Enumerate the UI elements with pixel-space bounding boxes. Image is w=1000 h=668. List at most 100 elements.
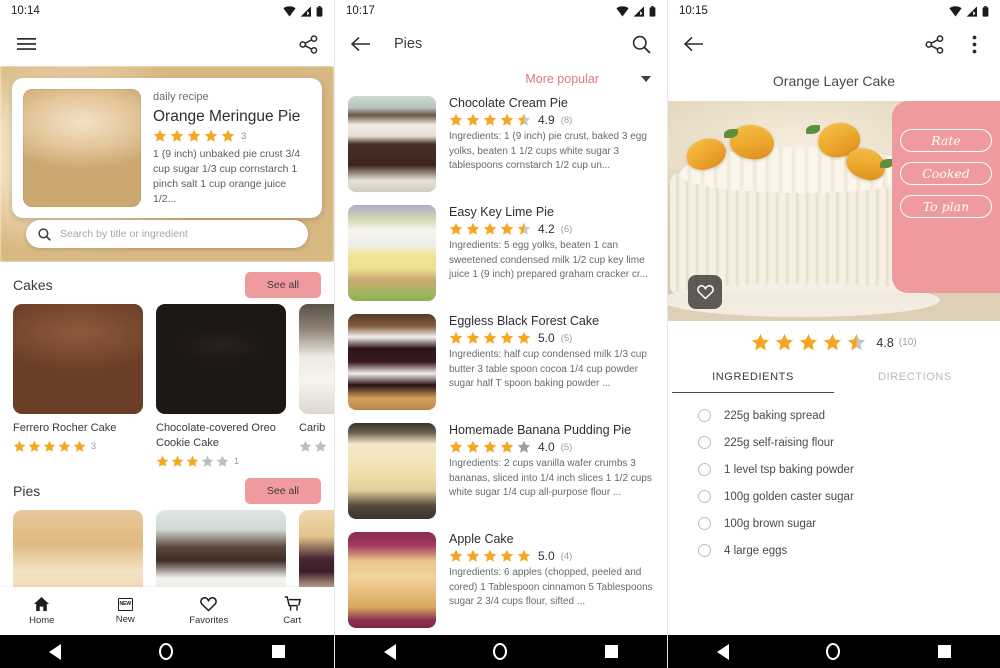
system-back-icon[interactable] bbox=[383, 643, 396, 660]
status-bar-2: 10:17 bbox=[335, 0, 667, 22]
cake-name: Carib bbox=[299, 422, 326, 434]
cake-card-1[interactable]: Chocolate-covered Oreo Cookie Cake 1 bbox=[156, 304, 286, 468]
ingredient-row[interactable]: 225g self-raising flour bbox=[668, 429, 1000, 456]
system-recents-icon[interactable] bbox=[605, 645, 619, 658]
system-recents-icon[interactable] bbox=[271, 645, 285, 658]
recipe-list-item[interactable]: Chocolate Cream Pie 4.9 (8) Ingredients:… bbox=[335, 96, 667, 205]
star-icon bbox=[483, 440, 497, 453]
system-home-icon[interactable] bbox=[159, 643, 174, 660]
nav-item-favorites[interactable]: Favorites bbox=[167, 596, 251, 626]
star-icon bbox=[221, 129, 235, 142]
sort-label[interactable]: More popular bbox=[525, 72, 599, 86]
ingredient-checkbox[interactable] bbox=[698, 544, 711, 557]
recipe-detail-title: Orange Layer Cake bbox=[772, 73, 896, 89]
recipe-score: 5.0 bbox=[538, 549, 555, 563]
ingredient-row[interactable]: 4 large eggs bbox=[668, 537, 1000, 564]
star-half-icon bbox=[848, 333, 866, 351]
search-icon[interactable] bbox=[628, 31, 654, 57]
recipe-body: Easy Key Lime Pie 4.2 (6) Ingredients: 5… bbox=[449, 205, 654, 301]
ingredient-text: 4 large eggs bbox=[724, 544, 788, 557]
star-icon bbox=[824, 333, 842, 351]
recipe-score: 4.0 bbox=[538, 440, 555, 454]
cake-card-0[interactable]: Ferrero Rocher Cake 3 bbox=[13, 304, 143, 468]
recipe-list-item[interactable]: Homemade Banana Pudding Pie 4.0 (5) Ingr… bbox=[335, 423, 667, 532]
nav-item-cart[interactable]: Cart bbox=[251, 596, 335, 626]
cooked-button[interactable]: Cooked bbox=[900, 162, 992, 185]
hamburger-menu-icon[interactable] bbox=[13, 31, 39, 57]
share-icon[interactable] bbox=[295, 31, 321, 57]
recipe-title: Chocolate Cream Pie bbox=[449, 96, 568, 110]
ingredient-checkbox[interactable] bbox=[698, 409, 711, 422]
recipe-list-item[interactable]: Easy Key Lime Pie 4.2 (6) Ingredients: 5… bbox=[335, 205, 667, 314]
search-input[interactable] bbox=[60, 228, 296, 240]
daily-recipe-rating-count: 3 bbox=[241, 130, 247, 142]
recipe-description: Ingredients: 2 cups vanilla wafer crumbs… bbox=[449, 458, 652, 498]
recipe-description: Ingredients: half cup condensed milk 1/3… bbox=[449, 349, 647, 389]
search-bar[interactable] bbox=[26, 220, 308, 248]
recipe-body: Apple Cake 5.0 (4) Ingredients: 6 apples… bbox=[449, 532, 654, 628]
star-icon bbox=[517, 331, 531, 344]
star-icon bbox=[466, 222, 480, 235]
recipe-rating: 5.0 (5) bbox=[449, 331, 654, 345]
ingredient-row[interactable]: 1 level tsp baking powder bbox=[668, 456, 1000, 483]
recipe-list-item[interactable]: Eggless Black Forest Cake 5.0 (5) Ingred… bbox=[335, 314, 667, 423]
ingredient-row[interactable]: 100g brown sugar bbox=[668, 510, 1000, 537]
cart-icon bbox=[284, 596, 301, 611]
star-icon bbox=[500, 549, 514, 562]
new-badge-icon: NEW bbox=[117, 597, 133, 611]
recipe-list-item[interactable]: Apple Cake 5.0 (4) Ingredients: 6 apples… bbox=[335, 532, 667, 641]
star-icon bbox=[314, 440, 327, 452]
star-icon bbox=[517, 549, 531, 562]
cake-card-2[interactable]: Carib bbox=[299, 304, 334, 468]
ingredient-row[interactable]: 100g golden caster sugar bbox=[668, 483, 1000, 510]
system-back-icon[interactable] bbox=[716, 643, 729, 660]
see-all-cakes-button[interactable]: See all bbox=[244, 272, 321, 298]
back-arrow-icon[interactable] bbox=[681, 31, 707, 57]
star-icon bbox=[466, 440, 480, 453]
star-icon bbox=[466, 549, 480, 562]
ingredient-checkbox[interactable] bbox=[698, 436, 711, 449]
cake-name: Ferrero Rocher Cake bbox=[13, 422, 117, 434]
ingredient-checkbox[interactable] bbox=[698, 490, 711, 503]
tab-directions[interactable]: DIRECTIONS bbox=[834, 362, 996, 393]
star-icon bbox=[776, 333, 794, 351]
nav-label-new: New bbox=[115, 613, 135, 625]
recipe-detail-rating[interactable]: 4.8 (10) bbox=[668, 321, 1000, 362]
system-home-icon[interactable] bbox=[826, 643, 841, 660]
cakes-carousel[interactable]: Ferrero Rocher Cake 3 Chocolate-covered … bbox=[0, 304, 334, 468]
star-icon bbox=[153, 129, 167, 142]
recipe-title: Apple Cake bbox=[449, 532, 514, 546]
system-back-icon[interactable] bbox=[49, 643, 62, 660]
nav-item-home[interactable]: Home bbox=[0, 596, 84, 626]
ingredient-text: 100g brown sugar bbox=[724, 517, 817, 530]
heart-icon bbox=[200, 597, 218, 612]
see-all-pies-button[interactable]: See all bbox=[244, 477, 321, 504]
daily-recipe-card[interactable]: daily recipe Orange Meringue Pie 3 1 (9 … bbox=[12, 78, 322, 218]
favorite-button[interactable] bbox=[688, 275, 722, 309]
system-home-icon[interactable] bbox=[493, 643, 508, 660]
system-recents-icon[interactable] bbox=[938, 645, 952, 658]
recipe-detail-score: 4.8 bbox=[876, 335, 894, 350]
nav-item-new[interactable]: NEW New bbox=[84, 597, 168, 625]
back-arrow-icon[interactable] bbox=[348, 31, 374, 57]
ingredient-checkbox[interactable] bbox=[698, 463, 711, 476]
share-icon[interactable] bbox=[921, 31, 947, 57]
tab-ingredients[interactable]: INGREDIENTS bbox=[672, 362, 834, 393]
more-vertical-icon[interactable] bbox=[961, 31, 987, 57]
star-icon bbox=[170, 129, 184, 142]
chevron-down-icon[interactable] bbox=[641, 76, 651, 82]
recipe-review-count: (5) bbox=[560, 332, 573, 344]
cake-rating-count: 1 bbox=[234, 456, 240, 467]
to-plan-button[interactable]: To plan bbox=[900, 195, 992, 218]
nav-label-cart: Cart bbox=[283, 615, 302, 626]
star-icon bbox=[517, 440, 531, 453]
ingredient-row[interactable]: 225g baking spread bbox=[668, 402, 1000, 429]
rate-button[interactable]: Rate bbox=[900, 129, 992, 152]
recipe-score: 4.2 bbox=[538, 222, 555, 236]
cake-thumbnail bbox=[156, 304, 286, 414]
star-icon bbox=[449, 222, 463, 235]
ingredient-checkbox[interactable] bbox=[698, 517, 711, 530]
recipe-thumbnail bbox=[348, 96, 436, 192]
page-title: Pies bbox=[394, 36, 423, 52]
star-icon bbox=[500, 440, 514, 453]
